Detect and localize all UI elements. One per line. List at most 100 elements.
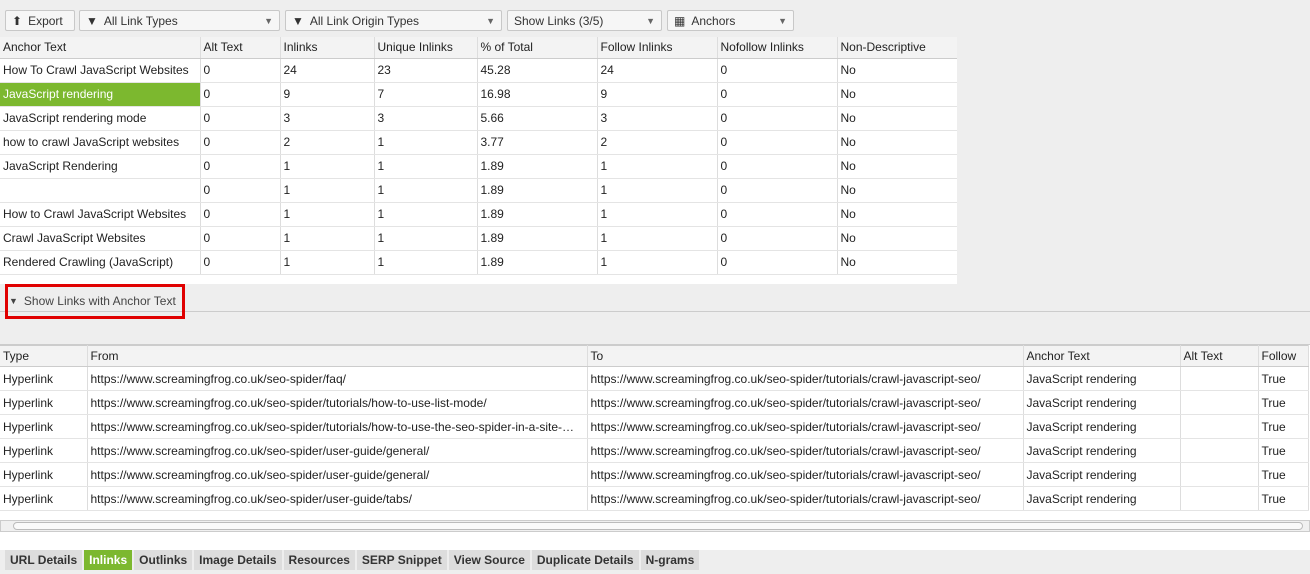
- table-row[interactable]: Hyperlink https://www.screamingfrog.co.uk…: [0, 390, 1309, 415]
- table-cell: https://www.screamingfrog.co.uk/seo-spid…: [587, 414, 1024, 439]
- table-cell: 0: [717, 154, 838, 179]
- table-cell: https://www.screamingfrog.co.uk/seo-spid…: [87, 462, 588, 487]
- column-header[interactable]: Anchor Text: [0, 37, 201, 59]
- link-types-dropdown[interactable]: ▼ All Link Types ▼: [79, 10, 280, 31]
- table-cell: 3: [597, 106, 718, 131]
- table-row[interactable]: JavaScript Rendering 0 1 1 1.89 1 0 No: [0, 154, 957, 179]
- column-header[interactable]: Follow Inlinks: [597, 37, 718, 59]
- table-cell: 0: [200, 178, 281, 203]
- table-cell: 16.98: [477, 82, 598, 107]
- export-button[interactable]: ⬆ Export: [5, 10, 75, 31]
- table-cell: 0: [717, 178, 838, 203]
- table-cell: https://www.screamingfrog.co.uk/seo-spid…: [87, 390, 588, 415]
- tab-n-grams[interactable]: N-grams: [640, 550, 700, 570]
- link-origin-dropdown[interactable]: ▼ All Link Origin Types ▼: [285, 10, 502, 31]
- table-cell: 0: [717, 130, 838, 155]
- table-cell: 0: [200, 106, 281, 131]
- table-row[interactable]: Hyperlink https://www.screamingfrog.co.uk…: [0, 414, 1309, 439]
- table-row[interactable]: JavaScript rendering mode 0 3 3 5.66 3 0 No: [0, 106, 957, 131]
- horizontal-scrollbar[interactable]: [0, 520, 1310, 532]
- table-cell: 45.28: [477, 58, 598, 83]
- table-row[interactable]: Rendered Crawling (JavaScript) 0 1 1 1.89 1 0 N…: [0, 250, 957, 275]
- table-cell: JavaScript rendering: [1023, 366, 1181, 391]
- column-header[interactable]: Unique Inlinks: [374, 37, 478, 59]
- table-cell: True: [1258, 390, 1309, 415]
- chevron-down-icon: ▼: [264, 15, 273, 26]
- table-cell: 1: [374, 202, 478, 227]
- table-cell: 1: [597, 226, 718, 251]
- table-cell: 0: [200, 130, 281, 155]
- show-links-toggle[interactable]: ▼ Show Links with Anchor Text: [9, 294, 176, 308]
- column-header[interactable]: Alt Text: [200, 37, 281, 59]
- column-header[interactable]: Type: [0, 345, 88, 367]
- table-cell: 2: [280, 130, 375, 155]
- column-header[interactable]: To: [587, 345, 1024, 367]
- table-cell: 0: [200, 58, 281, 83]
- upload-icon: ⬆: [12, 13, 23, 28]
- chevron-down-icon: ▼: [646, 15, 655, 26]
- table-row[interactable]: JavaScript rendering 0 9 7 16.98 9 0 No: [0, 82, 957, 107]
- table-row[interactable]: Hyperlink https://www.screamingfrog.co.uk…: [0, 438, 1309, 463]
- scrollbar-thumb[interactable]: [13, 522, 1303, 530]
- table-cell: https://www.screamingfrog.co.uk/seo-spid…: [587, 486, 1024, 511]
- table-cell: 1.89: [477, 202, 598, 227]
- table-cell: https://www.screamingfrog.co.uk/seo-spid…: [87, 486, 588, 511]
- column-header[interactable]: % of Total: [477, 37, 598, 59]
- tab-serp-snippet[interactable]: SERP Snippet: [356, 550, 447, 570]
- anchor-table: Anchor Text Alt Text Inlinks Unique Inlinks…: [0, 37, 957, 275]
- tab-image-details[interactable]: Image Details: [194, 550, 282, 570]
- column-header[interactable]: From: [87, 345, 588, 367]
- filter-icon: ▼: [292, 13, 304, 28]
- chevron-down-icon: ▼: [486, 15, 495, 26]
- triangle-down-icon: ▼: [9, 296, 18, 306]
- table-cell: 1: [374, 130, 478, 155]
- tab-url-details[interactable]: URL Details: [5, 550, 83, 570]
- column-header[interactable]: Anchor Text: [1023, 345, 1181, 367]
- table-cell: JavaScript rendering: [1023, 462, 1181, 487]
- table-row[interactable]: 0 1 1 1.89 1 0 No: [0, 178, 957, 203]
- table-cell: https://www.screamingfrog.co.uk/seo-spid…: [587, 390, 1024, 415]
- tab-inlinks[interactable]: Inlinks: [84, 550, 133, 570]
- table-cell: 1: [597, 202, 718, 227]
- links-table: Type From To Anchor Text Alt Text Follow Hyper…: [0, 345, 1309, 511]
- tab-outlinks[interactable]: Outlinks: [134, 550, 193, 570]
- anchors-dropdown[interactable]: ▦ Anchors ▼: [667, 10, 794, 31]
- column-header[interactable]: Non-Descriptive: [837, 37, 957, 59]
- table-cell: 1: [280, 250, 375, 275]
- table-cell: 23: [374, 58, 478, 83]
- table-cell: True: [1258, 462, 1309, 487]
- table-row[interactable]: How to Crawl JavaScript Websites 0 1 1 1.89 1…: [0, 202, 957, 227]
- table-cell: JavaScript rendering: [1023, 414, 1181, 439]
- table-cell: JavaScript Rendering: [0, 154, 201, 179]
- table-cell: Hyperlink: [0, 414, 88, 439]
- column-header[interactable]: Inlinks: [280, 37, 375, 59]
- table-cell: No: [837, 58, 957, 83]
- table-cell: 1: [597, 154, 718, 179]
- table-cell: 0: [717, 250, 838, 275]
- table-row[interactable]: Hyperlink https://www.screamingfrog.co.uk…: [0, 486, 1309, 511]
- table-cell: No: [837, 250, 957, 275]
- tab-duplicate-details[interactable]: Duplicate Details: [531, 550, 639, 570]
- table-row[interactable]: Crawl JavaScript Websites 0 1 1 1.89 1 0 No: [0, 226, 957, 251]
- table-row[interactable]: Hyperlink https://www.screamingfrog.co.uk…: [0, 366, 1309, 391]
- table-cell: 1.89: [477, 226, 598, 251]
- table-cell: 1: [374, 250, 478, 275]
- table-cell: [1180, 462, 1259, 487]
- table-cell: JavaScript rendering: [0, 82, 201, 107]
- table-cell: 0: [717, 58, 838, 83]
- table-cell: https://www.screamingfrog.co.uk/seo-spid…: [87, 366, 588, 391]
- table-cell: 3: [280, 106, 375, 131]
- table-row[interactable]: how to crawl JavaScript websites 0 2 1 3.77 2…: [0, 130, 957, 155]
- table-cell: 1: [374, 154, 478, 179]
- tab-resources[interactable]: Resources: [283, 550, 355, 570]
- table-cell: [1180, 414, 1259, 439]
- column-header[interactable]: Follow: [1258, 345, 1309, 367]
- table-cell: No: [837, 178, 957, 203]
- show-links-dropdown[interactable]: Show Links (3/5) ▼: [507, 10, 662, 31]
- column-header[interactable]: Alt Text: [1180, 345, 1259, 367]
- table-row[interactable]: Hyperlink https://www.screamingfrog.co.uk…: [0, 462, 1309, 487]
- table-row[interactable]: How To Crawl JavaScript Websites 0 24 23 45.…: [0, 58, 957, 83]
- table-cell: No: [837, 130, 957, 155]
- column-header[interactable]: Nofollow Inlinks: [717, 37, 838, 59]
- tab-view-source[interactable]: View Source: [448, 550, 530, 570]
